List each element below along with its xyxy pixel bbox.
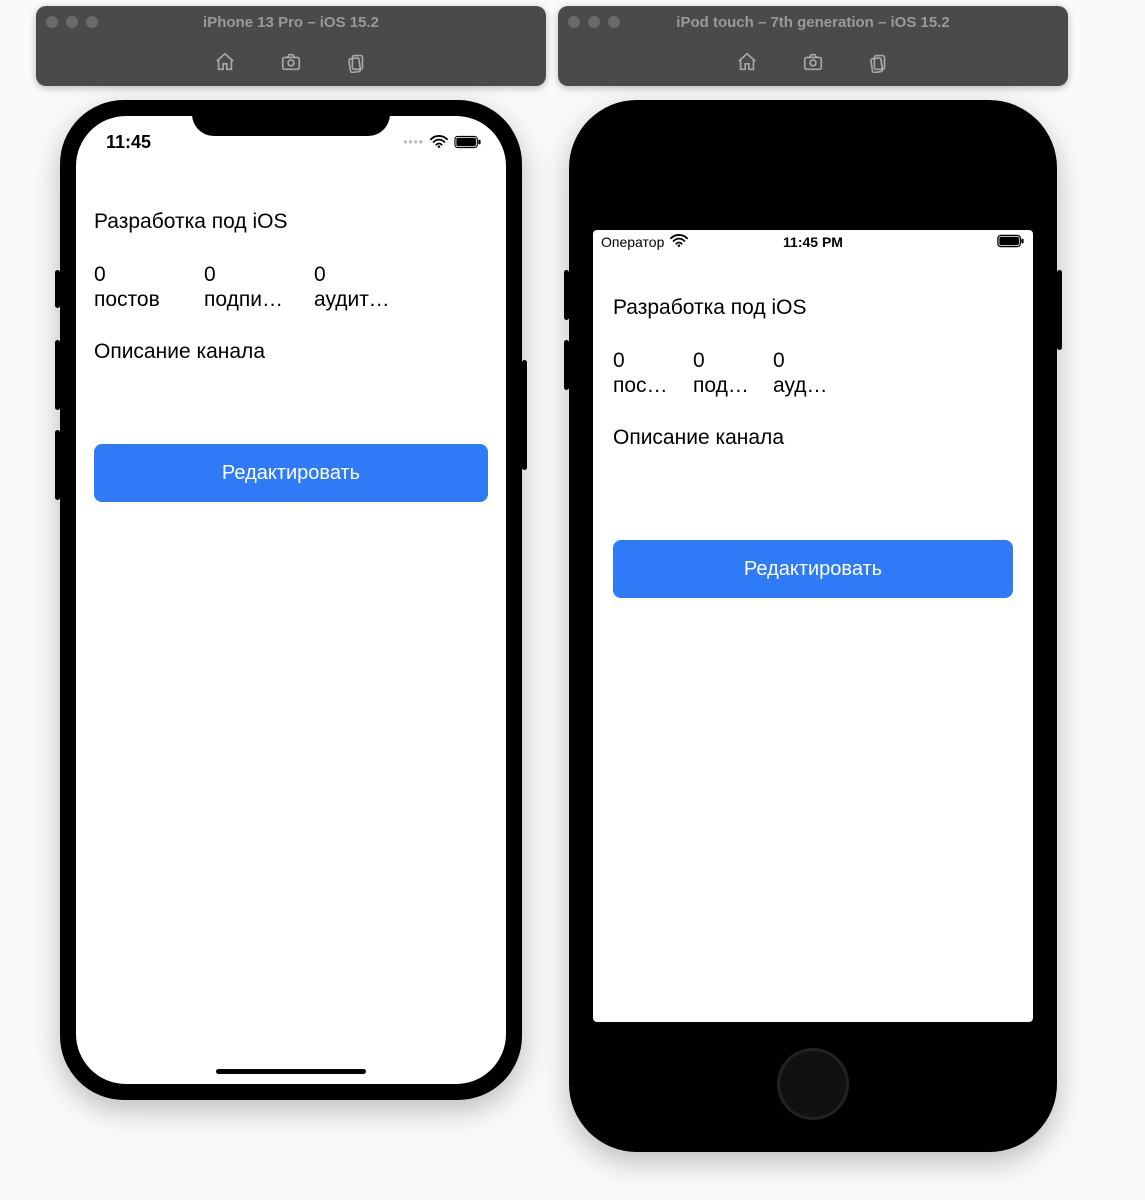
stat-audience: 0 аудитория: [773, 348, 833, 398]
stat-label: постов: [613, 373, 673, 398]
rotate-icon[interactable]: [868, 51, 890, 73]
stat-value: 0: [94, 262, 178, 287]
window-close-button[interactable]: [46, 16, 58, 28]
volume-up-button[interactable]: [55, 340, 60, 410]
device-iphone13pro: 11:45 •••• Разработка под iOS 0 постов: [60, 100, 522, 1100]
device-screen[interactable]: Оператор 11:45 PM Разработка под iOS 0 п…: [593, 230, 1033, 1022]
channel-description-label: Описание канала: [94, 340, 488, 364]
channel-title: Разработка под iOS: [94, 210, 488, 234]
channel-title: Разработка под iOS: [613, 296, 1013, 320]
home-button[interactable]: [777, 1048, 849, 1120]
device-screen[interactable]: 11:45 •••• Разработка под iOS 0 постов: [76, 116, 506, 1084]
window-close-button[interactable]: [568, 16, 580, 28]
stat-value: 0: [773, 348, 833, 373]
battery-icon: [997, 234, 1025, 251]
screenshot-icon[interactable]: [280, 51, 302, 73]
stat-value: 0: [693, 348, 753, 373]
side-button[interactable]: [522, 360, 527, 470]
edit-button[interactable]: Редактировать: [613, 540, 1013, 598]
screenshot-icon[interactable]: [802, 51, 824, 73]
channel-screen: Разработка под iOS 0 постов 0 подписчико…: [593, 254, 1033, 598]
home-icon[interactable]: [214, 51, 236, 73]
window-titlebar[interactable]: iPod touch – 7th generation – iOS 15.2: [558, 6, 1068, 38]
home-icon[interactable]: [736, 51, 758, 73]
window-titlebar[interactable]: iPhone 13 Pro – iOS 15.2: [36, 6, 546, 38]
stat-value: 0: [613, 348, 673, 373]
stat-value: 0: [204, 262, 288, 287]
status-time: 11:45: [106, 132, 151, 153]
window-title: iPod touch – 7th generation – iOS 15.2: [620, 14, 1006, 31]
rotate-icon[interactable]: [346, 51, 368, 73]
stat-label: подписчиков: [204, 287, 288, 312]
stat-value: 0: [314, 262, 398, 287]
battery-icon: [454, 135, 482, 149]
window-zoom-button[interactable]: [86, 16, 98, 28]
window-zoom-button[interactable]: [608, 16, 620, 28]
stat-subscribers: 0 подписчиков: [204, 262, 288, 312]
window-title: iPhone 13 Pro – iOS 15.2: [98, 14, 484, 31]
cellular-indicator-icon: ••••: [403, 135, 424, 149]
wifi-icon: [430, 135, 448, 149]
simulator-toolbar: [558, 38, 1068, 86]
carrier-label: Оператор: [601, 234, 664, 250]
device-ipod-touch: Оператор 11:45 PM Разработка под iOS 0 п…: [569, 100, 1057, 1152]
stat-label: аудитория: [314, 287, 398, 312]
channel-stats: 0 постов 0 подписчиков 0 аудитория: [94, 262, 488, 312]
channel-stats: 0 постов 0 подписчиков 0 аудитория: [613, 348, 1013, 398]
status-bar: Оператор 11:45 PM: [593, 230, 1033, 254]
volume-down-button[interactable]: [564, 340, 569, 390]
volume-down-button[interactable]: [55, 430, 60, 500]
simulator-window-iphone13: iPhone 13 Pro – iOS 15.2: [36, 6, 546, 86]
wifi-icon: [670, 234, 688, 251]
simulator-toolbar: [36, 38, 546, 86]
sleep-wake-button[interactable]: [1057, 270, 1062, 350]
edit-button[interactable]: Редактировать: [94, 444, 488, 502]
volume-up-button[interactable]: [564, 270, 569, 320]
stat-label: подписчиков: [693, 373, 753, 398]
home-indicator[interactable]: [216, 1069, 366, 1074]
stat-label: постов: [94, 287, 178, 312]
device-notch: [192, 100, 390, 136]
stat-posts: 0 постов: [613, 348, 673, 398]
window-minimize-button[interactable]: [66, 16, 78, 28]
stat-subscribers: 0 подписчиков: [693, 348, 753, 398]
stat-label: аудитория: [773, 373, 833, 398]
window-minimize-button[interactable]: [588, 16, 600, 28]
stat-audience: 0 аудитория: [314, 262, 398, 312]
channel-description-label: Описание канала: [613, 426, 1013, 450]
simulator-window-ipod: iPod touch – 7th generation – iOS 15.2: [558, 6, 1068, 86]
status-time: 11:45 PM: [783, 234, 843, 250]
stat-posts: 0 постов: [94, 262, 178, 312]
mute-switch[interactable]: [55, 270, 60, 308]
channel-screen: Разработка под iOS 0 постов 0 подписчико…: [76, 168, 506, 502]
